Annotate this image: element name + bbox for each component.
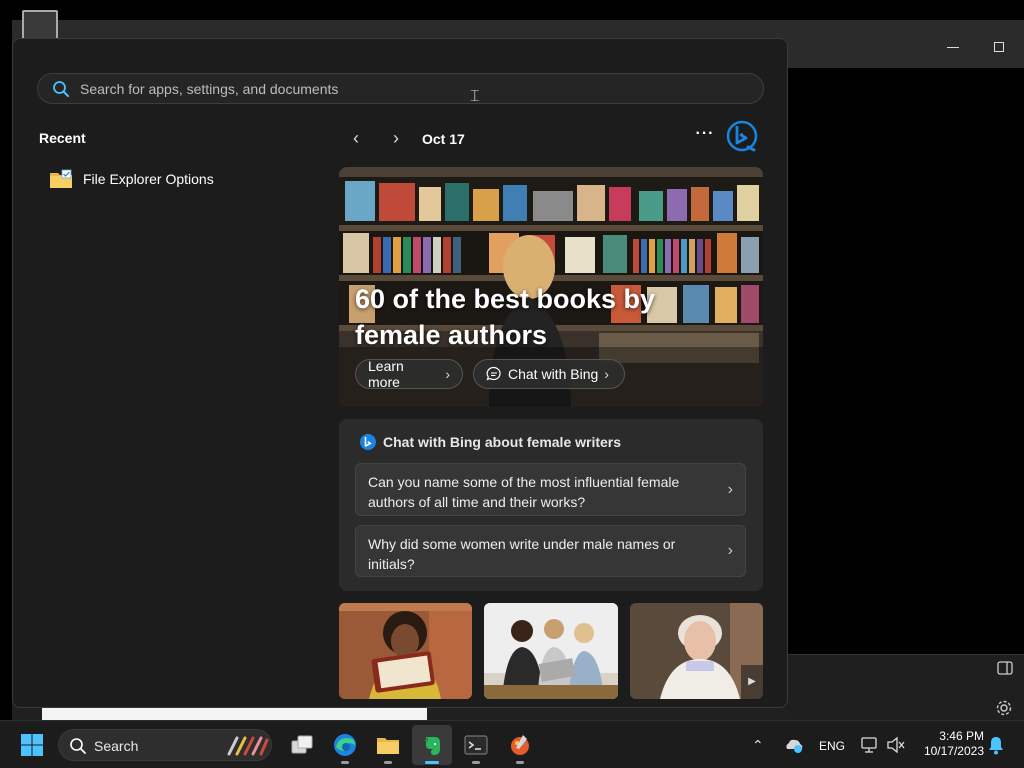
maximize-button[interactable] [994,42,1004,52]
panel-icon[interactable] [997,661,1013,675]
edge-icon [334,734,356,756]
file-explorer-button[interactable] [368,725,408,765]
next-button[interactable]: › [387,129,405,147]
clock-date: 10/17/2023 [923,744,984,758]
chat-suggestions-card: Chat with Bing about female writers Can … [339,419,763,591]
show-hidden-icons-button[interactable]: ⌃ [752,737,764,754]
running-indicator [516,761,524,764]
volume-muted-icon[interactable] [886,735,906,755]
search-box[interactable] [37,73,764,104]
hero-title[interactable]: 60 of the best books by female authors [355,281,685,353]
women-group-image [484,603,618,699]
suggested-question-text: Why did some women write under male name… [368,536,676,572]
suggested-question-text: Can you name some of the most influentia… [368,474,680,510]
feed-date: Oct 17 [422,131,465,147]
running-indicator [384,761,392,764]
learn-more-button[interactable]: Learn more › [355,358,463,390]
more-options-button[interactable]: ··· [693,125,717,145]
chat-with-bing-button[interactable]: Chat with Bing › [473,359,625,389]
system-clock[interactable]: 3:46 PM 10/17/2023 [914,729,984,759]
search-flyout: ⌶ Recent File Explorer Options ‹ › Oct 1… [12,38,788,708]
taskbar-search-label: Search [94,738,139,754]
taskbar-search-box[interactable]: Search [58,729,272,761]
recent-item-label: File Explorer Options [83,171,214,187]
background-window-strip [42,706,427,720]
language-indicator[interactable]: ENG [819,739,845,753]
hero-card[interactable]: 60 of the best books by female authors L… [339,167,763,407]
terminal-button[interactable] [456,725,496,765]
suggested-question[interactable]: Can you name some of the most influentia… [355,463,746,516]
clock-time: 3:46 PM [939,729,984,743]
active-indicator [425,761,439,764]
chevron-right-icon: › [727,480,733,498]
chat-bubble-icon [486,366,501,381]
task-view-button[interactable] [282,725,322,765]
woman-reading-image [339,603,472,699]
suggested-question[interactable]: Why did some women write under male name… [355,525,746,577]
windows-logo-icon [21,734,43,756]
recent-item-file-explorer-options[interactable]: File Explorer Options [49,165,224,193]
text-cursor-icon: ⌶ [470,89,480,105]
scroll-right-button[interactable]: ▶ [741,665,763,699]
running-indicator [341,761,349,764]
evernote-icon [424,737,440,755]
notification-bell-icon[interactable] [987,735,1005,755]
search-highlight-icon [227,736,269,756]
bing-chat-icon [360,434,376,450]
taskbar: Search ⌃ ENG 3:46 PM 10/17/2023 [0,720,1024,768]
bing-logo-icon[interactable] [725,119,759,153]
start-button[interactable] [12,725,52,765]
folder-icon [377,738,399,754]
news-thumbnail[interactable] [484,603,618,699]
evernote-button[interactable] [412,725,452,765]
chat-with-bing-label: Chat with Bing [508,366,599,382]
news-thumbnail[interactable] [339,603,472,699]
paint-app-button[interactable] [500,725,540,765]
terminal-icon [464,735,488,755]
desktop-app-icon [22,10,58,40]
paint-icon [511,735,529,755]
chat-card-heading: Chat with Bing about female writers [383,434,622,450]
previous-button[interactable]: ‹ [347,129,365,147]
minimize-button[interactable] [947,47,959,48]
background-window-sidebar-bottom [787,654,1024,720]
task-view-icon [291,735,313,754]
search-input[interactable] [80,78,740,100]
chevron-right-icon: › [727,542,733,559]
chat-card-header: Chat with Bing about female writers [359,433,621,451]
search-icon [70,738,86,754]
edge-button[interactable] [325,725,365,765]
search-icon [53,81,69,97]
recent-heading: Recent [39,130,86,146]
background-window-content [787,68,1024,654]
network-icon[interactable] [860,735,880,755]
folder-options-icon [50,169,72,188]
onedrive-sync-icon[interactable] [784,735,804,755]
gear-icon[interactable] [995,699,1013,717]
learn-more-label: Learn more [368,358,404,390]
chevron-right-icon: › [604,366,609,382]
running-indicator [472,761,480,764]
chevron-right-icon: › [445,366,450,382]
